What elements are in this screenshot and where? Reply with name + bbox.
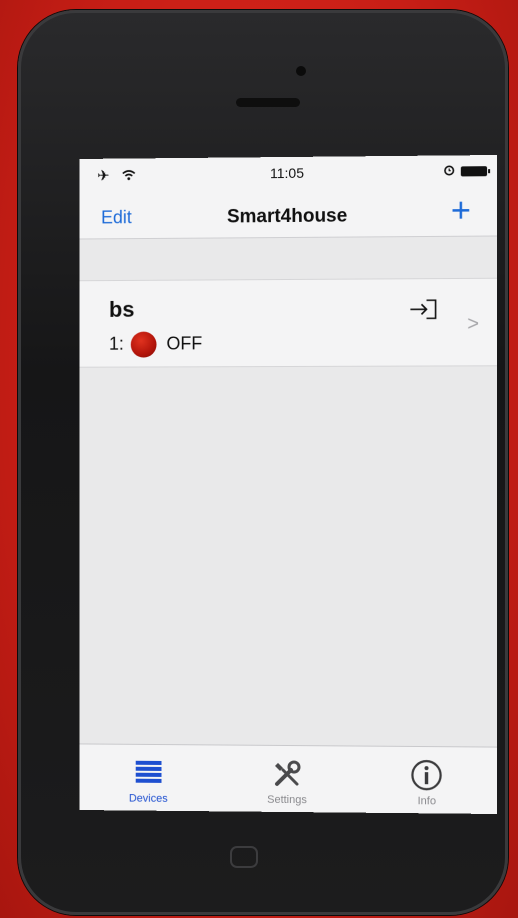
device-state: OFF <box>166 333 203 354</box>
device-channel-index: 1: <box>108 333 124 354</box>
front-camera <box>296 66 306 76</box>
status-led-icon[interactable] <box>130 331 157 358</box>
status-right-icons <box>444 163 488 178</box>
tab-info[interactable]: Info <box>371 749 482 814</box>
battery-icon <box>460 165 488 176</box>
home-button[interactable] <box>230 846 258 868</box>
tools-icon <box>275 760 301 787</box>
chevron-right-icon: > <box>467 313 480 336</box>
tab-devices[interactable]: Devices <box>94 747 203 812</box>
page-title: Smart4house <box>226 205 348 228</box>
tab-label: Info <box>417 795 437 808</box>
tab-label: Devices <box>128 792 168 805</box>
app-screen: ✈ 11:05 Edit Smart4house + bs 1: OFF > D… <box>79 154 498 815</box>
alarm-icon <box>444 163 455 178</box>
info-icon <box>409 757 445 793</box>
tab-bar: Devices Settings Info <box>79 743 498 815</box>
status-bar: ✈ 11:05 <box>79 154 498 189</box>
tab-label: Settings <box>267 793 307 807</box>
phone-frame: ✈ 11:05 Edit Smart4house + bs 1: OFF > D… <box>18 10 508 915</box>
earpiece-speaker <box>236 98 300 107</box>
list-icon <box>135 760 162 783</box>
tab-settings[interactable]: Settings <box>232 748 342 813</box>
add-device-button[interactable]: + <box>451 191 471 229</box>
device-list-item[interactable]: bs 1: OFF > <box>79 277 498 368</box>
device-name: bs <box>108 296 135 322</box>
connect-icon[interactable] <box>408 297 440 321</box>
navigation-bar: Edit Smart4house + <box>79 185 498 240</box>
status-time: 11:05 <box>270 164 305 182</box>
